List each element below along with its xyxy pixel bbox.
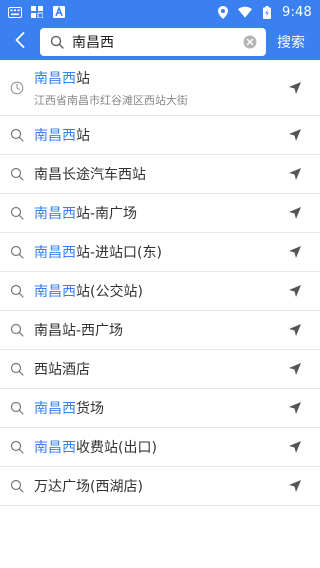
suggestion-item[interactable]: 南昌西站-进站口(东): [0, 233, 320, 272]
suggestion-texts: 南昌站-西广场: [34, 320, 288, 340]
navigate-arrow-icon[interactable]: [288, 401, 302, 415]
suggestion-title-rest: 万达广场(西湖店): [34, 479, 143, 495]
search-input[interactable]: [72, 34, 242, 50]
a-box-icon: [52, 5, 66, 19]
suggestion-item[interactable]: 南昌西站-南广场: [0, 194, 320, 233]
suggestion-title-rest: 西站酒店: [34, 362, 90, 378]
search-button[interactable]: 搜索: [266, 32, 320, 52]
suggestion-texts: 南昌西站 江西省南昌市红谷滩区西站大街: [34, 68, 288, 108]
navigate-arrow-icon[interactable]: [288, 206, 302, 220]
suggestion-title-rest: 站-进站口(东): [76, 245, 162, 261]
suggestion-title-rest: 货场: [76, 401, 104, 417]
suggestion-title-rest: 南昌站-西广场: [34, 323, 124, 339]
navigate-arrow-icon[interactable]: [288, 440, 302, 454]
suggestion-title-rest: 站(公交站): [76, 284, 143, 300]
status-left-icons: [8, 5, 66, 19]
battery-icon: [260, 5, 274, 19]
suggestion-item[interactable]: 南昌长途汽车西站: [0, 155, 320, 194]
suggestion-title: 西站酒店: [34, 359, 288, 379]
suggestion-texts: 南昌西货场: [34, 398, 288, 418]
suggestion-address: 江西省南昌市红谷滩区西站大街: [34, 93, 188, 107]
suggestion-texts: 西站酒店: [34, 359, 288, 379]
navigate-arrow-icon[interactable]: [288, 362, 302, 376]
suggestion-texts: 南昌西站: [34, 125, 288, 145]
suggestion-texts: 南昌西站(公交站): [34, 281, 288, 301]
search-box: [40, 28, 266, 56]
suggestion-list: 南昌西站 江西省南昌市红谷滩区西站大街 南昌西站 南昌长途汽车西站 南昌西站-南…: [0, 60, 320, 506]
search-icon: [10, 245, 24, 259]
navigate-arrow-icon[interactable]: [288, 284, 302, 298]
suggestion-texts: 南昌西站-进站口(东): [34, 242, 288, 262]
suggestion-item[interactable]: 西站酒店: [0, 350, 320, 389]
location-icon: [216, 5, 230, 19]
search-icon: [10, 323, 24, 337]
suggestion-item[interactable]: 万达广场(西湖店): [0, 467, 320, 506]
suggestion-title-rest: 南昌长途汽车西站: [34, 167, 146, 183]
suggestion-title: 万达广场(西湖店): [34, 476, 288, 496]
suggestion-item[interactable]: 南昌西站: [0, 116, 320, 155]
navigate-arrow-icon[interactable]: [288, 167, 302, 181]
suggestion-title-highlight: 南昌西: [34, 440, 76, 456]
search-icon: [10, 401, 24, 415]
suggestion-title-highlight: 南昌西: [34, 284, 76, 300]
history-clock-icon: [10, 81, 24, 95]
suggestion-item[interactable]: 南昌西站 江西省南昌市红谷滩区西站大街: [0, 60, 320, 116]
suggestion-title: 南昌西货场: [34, 398, 288, 418]
suggestion-title-highlight: 南昌西: [34, 70, 76, 87]
keyboard-icon: [8, 5, 22, 19]
suggestion-title: 南昌长途汽车西站: [34, 164, 288, 184]
suggestion-item[interactable]: 南昌站-西广场: [0, 311, 320, 350]
suggestion-item[interactable]: 南昌西站(公交站): [0, 272, 320, 311]
suggestion-title: 南昌西站-进站口(东): [34, 242, 288, 262]
search-icon: [50, 35, 64, 49]
suggestion-title-rest: 收费站(出口): [76, 440, 157, 456]
chevron-left-icon: [15, 32, 25, 52]
search-icon: [10, 128, 24, 142]
suggestion-texts: 南昌长途汽车西站: [34, 164, 288, 184]
status-right-icons: 9:48: [216, 5, 312, 20]
search-header: 搜索: [0, 24, 320, 60]
status-time: 9:48: [282, 4, 312, 20]
suggestion-title-highlight: 南昌西: [34, 245, 76, 261]
suggestion-title: 南昌西站: [34, 125, 288, 145]
search-icon: [10, 440, 24, 454]
navigate-arrow-icon[interactable]: [288, 81, 302, 95]
suggestion-title: 南昌西站-南广场: [34, 203, 288, 223]
suggestion-texts: 南昌西收费站(出口): [34, 437, 288, 457]
search-icon: [10, 362, 24, 376]
search-icon: [10, 284, 24, 298]
clear-icon[interactable]: [242, 34, 258, 50]
suggestion-title: 南昌西站(公交站): [34, 281, 288, 301]
suggestion-title: 南昌站-西广场: [34, 320, 288, 340]
suggestion-title-highlight: 南昌西: [34, 206, 76, 222]
suggestion-title-highlight: 南昌西: [34, 128, 76, 144]
screen-icon: [30, 5, 44, 19]
search-icon: [10, 167, 24, 181]
navigate-arrow-icon[interactable]: [288, 245, 302, 259]
status-bar: 9:48: [0, 0, 320, 24]
suggestion-title-rest: 站: [76, 70, 90, 87]
suggestion-texts: 南昌西站-南广场: [34, 203, 288, 223]
suggestion-title-rest: 站: [76, 128, 90, 144]
search-icon: [10, 479, 24, 493]
suggestion-title-rest: 站-南广场: [76, 206, 138, 222]
navigate-arrow-icon[interactable]: [288, 479, 302, 493]
wifi-icon: [238, 5, 252, 19]
navigate-arrow-icon[interactable]: [288, 128, 302, 142]
suggestion-title: 南昌西站: [34, 68, 288, 88]
back-button[interactable]: [0, 24, 40, 60]
search-icon: [10, 206, 24, 220]
suggestion-title: 南昌西收费站(出口): [34, 437, 288, 457]
navigate-arrow-icon[interactable]: [288, 323, 302, 337]
suggestion-item[interactable]: 南昌西收费站(出口): [0, 428, 320, 467]
suggestion-title-highlight: 南昌西: [34, 401, 76, 417]
suggestion-texts: 万达广场(西湖店): [34, 476, 288, 496]
suggestion-item[interactable]: 南昌西货场: [0, 389, 320, 428]
